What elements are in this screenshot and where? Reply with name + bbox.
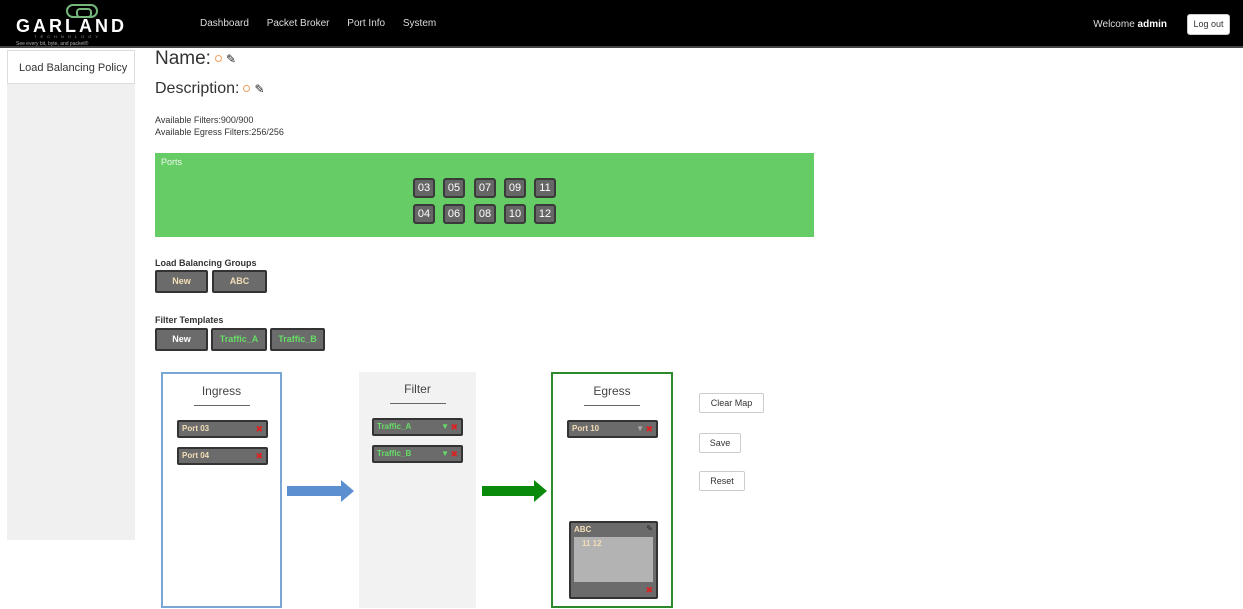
policy-description: Description: ✎ <box>155 80 265 98</box>
egress-title: Egress <box>593 384 631 398</box>
sidebar: Load Balancing Policy <box>7 50 135 540</box>
new-lb-group-button[interactable]: New <box>155 270 208 293</box>
port-button[interactable]: 08 <box>474 204 496 224</box>
lb-groups-label: Load Balancing Groups <box>155 258 257 268</box>
filter-templates-label: Filter Templates <box>155 315 224 325</box>
ingress-column[interactable]: Ingress Port 03 ✖ Port 04 ✖ <box>161 372 282 608</box>
port-button[interactable]: 10 <box>504 204 526 224</box>
logo-sub: TECHNOLOGY <box>34 34 103 39</box>
ingress-item-label: Port 04 <box>182 451 210 460</box>
ports-label: Ports <box>161 157 183 167</box>
ingress-item-label: Port 03 <box>182 424 210 433</box>
column-divider <box>194 405 250 406</box>
filter-item[interactable]: Traffic_B ▼ ✖ <box>372 445 463 463</box>
edit-group-pencil-icon[interactable]: ✎ <box>646 524 653 533</box>
port-button[interactable]: 07 <box>474 178 496 198</box>
flow-arrow-icon <box>287 480 354 502</box>
egress-column[interactable]: Egress Port 10 ▼ ✖ ABC ✎ 11 12 ✖ <box>551 372 673 608</box>
nav-dashboard[interactable]: Dashboard <box>200 18 249 29</box>
egress-item-label: Port 10 <box>572 424 600 433</box>
nav-port-info[interactable]: Port Info <box>347 18 385 29</box>
ingress-item[interactable]: Port 04 ✖ <box>177 447 268 465</box>
name-label: Name: <box>155 48 211 69</box>
remove-icon[interactable]: ✖ <box>255 422 263 436</box>
edit-description-pencil-icon[interactable]: ✎ <box>254 82 264 96</box>
remove-icon[interactable]: ✖ <box>450 420 458 434</box>
lb-group-ports: 11 12 <box>582 539 602 548</box>
garland-logo[interactable]: GARLAND TECHNOLOGY See every bit, byte, … <box>16 4 154 47</box>
username: admin <box>1137 19 1167 30</box>
column-divider <box>584 405 640 406</box>
logout-button[interactable]: Log out <box>1187 14 1230 35</box>
welcome-label: Welcome <box>1093 19 1135 30</box>
edit-name-pencil-icon[interactable]: ✎ <box>226 52 236 66</box>
ingress-item[interactable]: Port 03 ✖ <box>177 420 268 438</box>
ingress-title: Ingress <box>201 384 242 398</box>
ports-panel: Ports 03 05 07 09 11 04 06 08 10 12 <box>155 153 814 237</box>
lb-group-name: ABC <box>574 525 592 534</box>
filter-template-chip[interactable]: Traffic_A <box>211 328 267 351</box>
required-indicator-icon <box>243 85 251 93</box>
port-button[interactable]: 06 <box>443 204 465 224</box>
required-indicator-icon <box>214 55 222 63</box>
egress-lb-group[interactable]: ABC ✎ 11 12 ✖ <box>569 521 658 599</box>
remove-icon[interactable]: ✖ <box>645 585 653 596</box>
filter-funnel-icon[interactable]: ▼ <box>441 420 449 434</box>
filter-item-label: Traffic_B <box>377 449 412 458</box>
filter-template-chip[interactable]: Traffic_B <box>270 328 325 351</box>
port-button[interactable]: 05 <box>443 178 465 198</box>
filter-column[interactable]: Filter Traffic_A ▼ ✖ Traffic_B ▼ ✖ <box>359 372 476 608</box>
main-nav: Dashboard Packet Broker Port Info System <box>200 18 451 29</box>
save-button[interactable]: Save <box>699 433 741 453</box>
nav-system[interactable]: System <box>403 18 436 29</box>
flow-arrow-icon <box>482 480 547 502</box>
logo-tagline: See every bit, byte, and packet® <box>16 41 89 47</box>
column-divider <box>390 403 446 404</box>
top-navbar: GARLAND TECHNOLOGY See every bit, byte, … <box>0 0 1243 48</box>
port-button[interactable]: 09 <box>504 178 526 198</box>
filter-funnel-icon[interactable]: ▼ <box>441 447 449 461</box>
port-button[interactable]: 04 <box>413 204 435 224</box>
sidebar-item-load-balancing-policy[interactable]: Load Balancing Policy <box>7 50 135 84</box>
egress-item[interactable]: Port 10 ▼ ✖ <box>567 420 658 438</box>
remove-icon[interactable]: ✖ <box>255 449 263 463</box>
new-filter-template-button[interactable]: New <box>155 328 208 351</box>
welcome-text: Welcome admin <box>1093 19 1167 30</box>
reset-button[interactable]: Reset <box>699 471 745 491</box>
remove-icon[interactable]: ✖ <box>645 422 653 436</box>
description-label: Description: <box>155 80 240 97</box>
port-button[interactable]: 11 <box>534 178 556 198</box>
port-button[interactable]: 12 <box>534 204 556 224</box>
nav-packet-broker[interactable]: Packet Broker <box>267 18 330 29</box>
lb-group-chip[interactable]: ABC <box>212 270 267 293</box>
filter-item[interactable]: Traffic_A ▼ ✖ <box>372 418 463 436</box>
available-filters: Available Filters:900/900 <box>155 115 254 125</box>
lb-group-ports-box: 11 12 <box>574 537 653 582</box>
availability-info: Available Filters:900/900 Available Egre… <box>155 114 284 138</box>
port-button[interactable]: 03 <box>413 178 435 198</box>
filter-funnel-icon[interactable]: ▼ <box>636 422 644 436</box>
filter-item-label: Traffic_A <box>377 422 412 431</box>
remove-icon[interactable]: ✖ <box>450 447 458 461</box>
clear-map-button[interactable]: Clear Map <box>699 393 764 413</box>
policy-name: Name: ✎ <box>155 48 236 70</box>
filter-title: Filter <box>404 382 431 396</box>
available-egress-filters: Available Egress Filters:256/256 <box>155 127 284 137</box>
